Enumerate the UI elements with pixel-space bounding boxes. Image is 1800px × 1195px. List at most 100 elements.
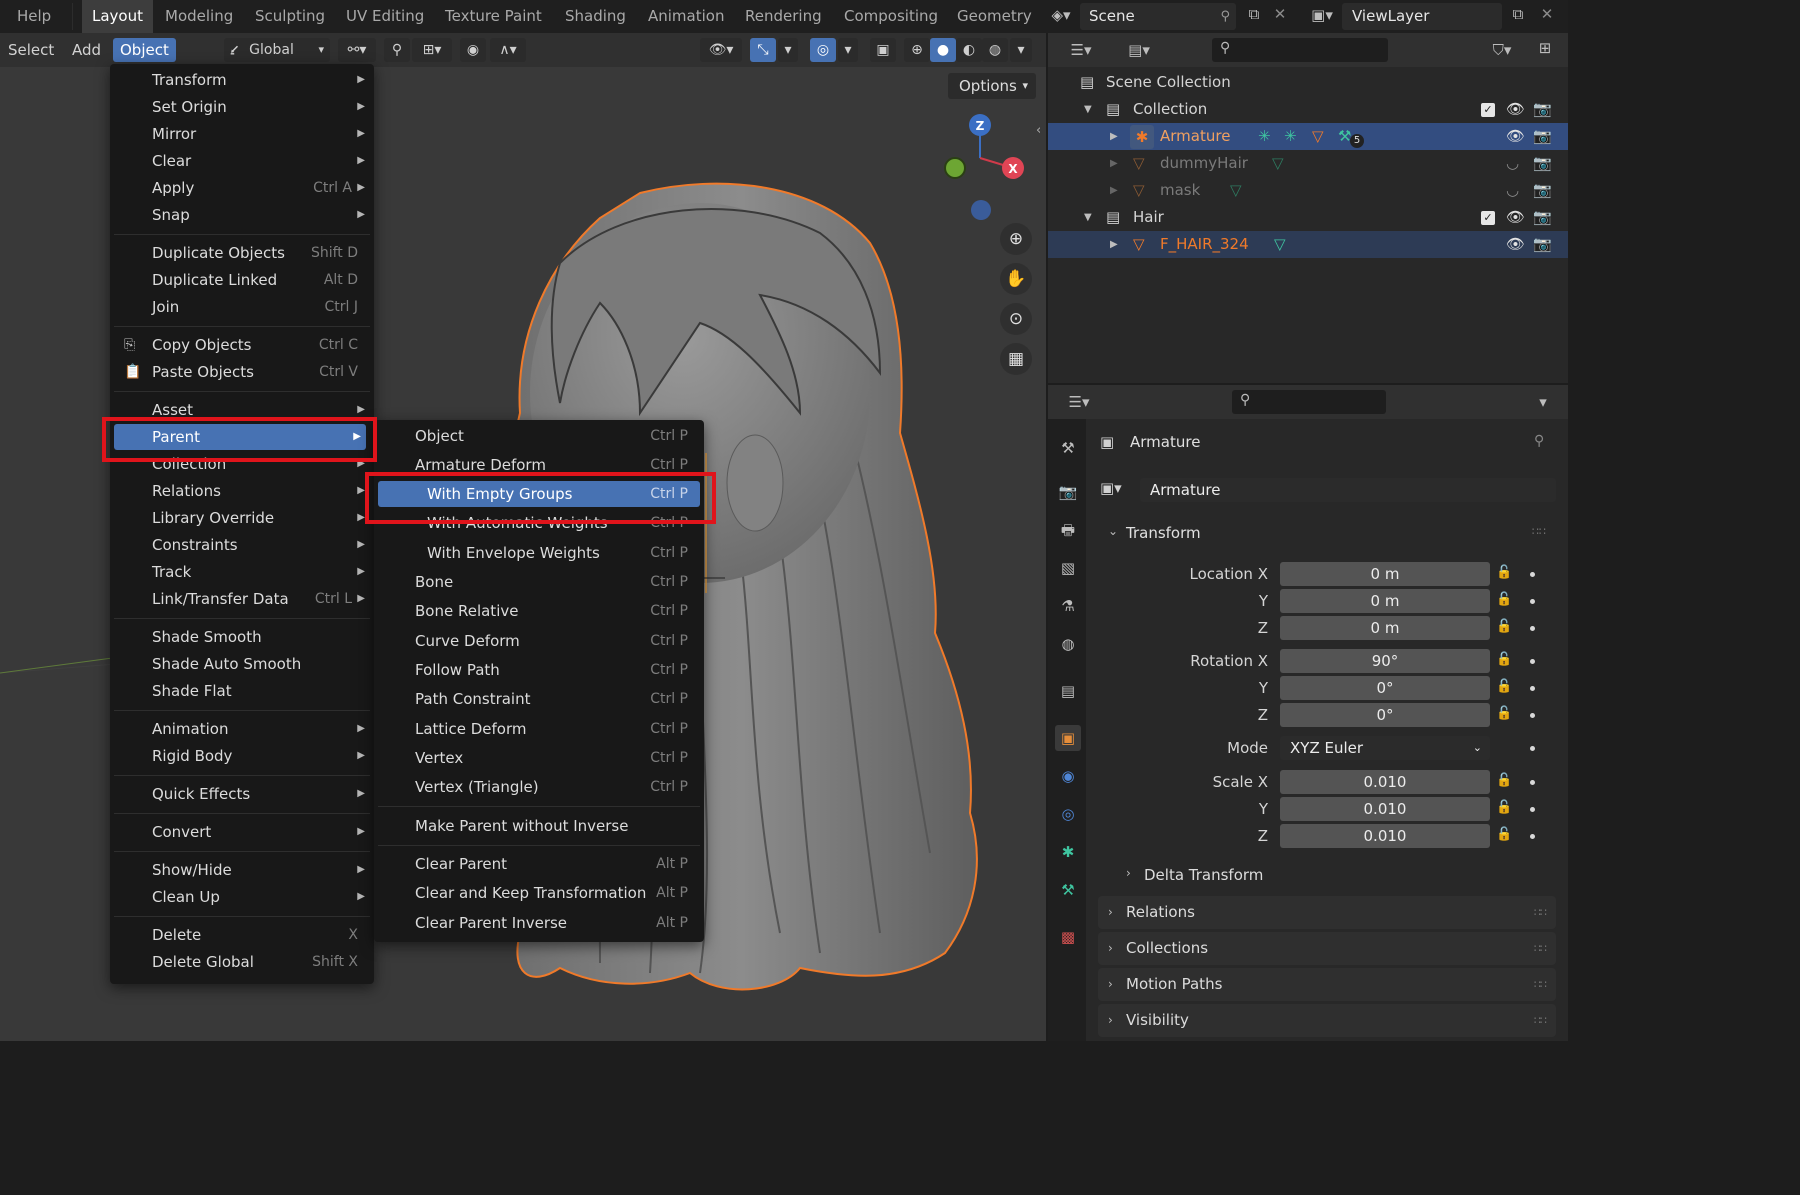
menu-item-animation[interactable]: Animation ▶ xyxy=(114,716,370,742)
drag-grip-icon[interactable]: ∷∷ xyxy=(1534,896,1547,929)
mesh-data-icon[interactable]: ▽ xyxy=(1272,150,1284,177)
gizmo-neg-z-axis[interactable] xyxy=(971,200,991,220)
menu-item-clear-parent-inverse[interactable]: Clear Parent Inverse Alt P xyxy=(378,910,700,936)
workspace-tab-layout[interactable]: Layout xyxy=(82,0,153,33)
tool-tab-icon[interactable]: ⚒ xyxy=(1055,435,1081,461)
menu-item-clear-and-keep-transformation[interactable]: Clear and Keep Transformation Alt P xyxy=(378,880,700,906)
expand-triangle-icon[interactable]: ▶ xyxy=(1110,123,1118,150)
workspace-tab-geometry[interactable]: Geometry xyxy=(957,0,1032,33)
object-data-armature-icon[interactable]: ✱ xyxy=(1055,839,1081,865)
pose-icon[interactable]: ✳ xyxy=(1284,123,1297,150)
object-tab-icon[interactable]: ▣ xyxy=(1055,725,1081,751)
delta-transform-subpanel[interactable]: › Delta Transform xyxy=(1118,861,1538,891)
menu-item-delete[interactable]: Delete X xyxy=(114,922,370,948)
menu-item-duplicate-objects[interactable]: Duplicate Objects Shift D xyxy=(114,240,370,266)
menu-item-with-envelope-weights[interactable]: With Envelope Weights Ctrl P xyxy=(378,540,700,566)
menu-item-follow-path[interactable]: Follow Path Ctrl P xyxy=(378,657,700,683)
keyframe-dot-icon[interactable] xyxy=(1530,626,1535,631)
world-tab-icon[interactable]: ◍ xyxy=(1055,631,1081,657)
lock-icon[interactable]: 🔓 xyxy=(1496,565,1512,580)
menu-item-transform[interactable]: Transform ▶ xyxy=(114,67,370,93)
expand-triangle-icon[interactable]: ▼ xyxy=(1084,96,1092,123)
lock-icon[interactable]: 🔓 xyxy=(1496,592,1512,607)
drag-grip-icon[interactable]: ∷∷ xyxy=(1532,525,1546,538)
keyframe-dot-icon[interactable] xyxy=(1530,686,1535,691)
location-z-field[interactable]: 0 m xyxy=(1280,616,1490,640)
workspace-tab-compositing[interactable]: Compositing xyxy=(844,0,938,33)
outliner-row-hair[interactable]: ▼ ▤ Hair ✓ 👁 📷 xyxy=(1048,204,1568,231)
outliner-row-armature[interactable]: ▶ ✱ Armature ✳ ✳ ▽ ⚒ 5 👁 📷 xyxy=(1048,123,1568,150)
bone-tab-icon[interactable]: ⚒ xyxy=(1055,877,1081,903)
camera-icon[interactable]: 📷 xyxy=(1533,204,1552,231)
new-collection-icon[interactable]: ⊞ xyxy=(1532,39,1558,57)
menu-item-bone-relative[interactable]: Bone Relative Ctrl P xyxy=(378,598,700,624)
select-menu[interactable]: Select xyxy=(8,38,54,62)
menu-item-show-hide[interactable]: Show/Hide ▶ xyxy=(114,857,370,883)
drag-grip-icon[interactable]: ∷∷ xyxy=(1534,932,1547,965)
drag-grip-icon[interactable]: ∷∷ xyxy=(1534,1004,1547,1037)
texture-tab-icon[interactable]: ▩ xyxy=(1055,924,1081,950)
rotation-mode-dropdown[interactable]: XYZ Euler ⌄ xyxy=(1280,736,1490,760)
menu-item-snap[interactable]: Snap ▶ xyxy=(114,202,370,228)
menu-item-collection[interactable]: Collection ▶ xyxy=(114,451,370,477)
snap-increment-icon[interactable]: ⊞▾ xyxy=(412,38,452,62)
workspace-tab-modeling[interactable]: Modeling xyxy=(165,0,233,33)
outliner-search-input[interactable]: ⚲ xyxy=(1212,38,1388,62)
menu-item-track[interactable]: Track ▶ xyxy=(114,559,370,585)
eye-closed-icon[interactable]: ◡ xyxy=(1506,177,1519,204)
display-mode-icon[interactable]: ▤▾ xyxy=(1120,41,1158,59)
menu-item-quick-effects[interactable]: Quick Effects ▶ xyxy=(114,781,370,807)
rotation-x-field[interactable]: 90° xyxy=(1280,649,1490,673)
menu-item-make-parent-without-inverse[interactable]: Make Parent without Inverse xyxy=(378,813,700,839)
motion-paths-panel[interactable]: › Motion Paths ∷∷ xyxy=(1098,968,1556,1001)
solid-shading-icon[interactable]: ● xyxy=(930,38,956,62)
menu-item-path-constraint[interactable]: Path Constraint Ctrl P xyxy=(378,686,700,712)
outliner-row-dummyhair[interactable]: ▶ ▽ dummyHair ▽ ◡ 📷 xyxy=(1048,150,1568,177)
menu-item-constraints[interactable]: Constraints ▶ xyxy=(114,532,370,558)
menu-item-with-automatic-weights[interactable]: With Automatic Weights Ctrl P xyxy=(378,510,700,536)
mesh-icon[interactable]: ▽ xyxy=(1312,123,1324,150)
zoom-icon[interactable]: ⊕ xyxy=(1000,223,1032,255)
editor-type-icon[interactable]: ☰▾ xyxy=(1062,41,1100,59)
menu-item-delete-global[interactable]: Delete Global Shift X xyxy=(114,949,370,975)
location-x-field[interactable]: 0 m xyxy=(1280,562,1490,586)
keyframe-dot-icon[interactable] xyxy=(1530,572,1535,577)
menu-item-bone[interactable]: Bone Ctrl P xyxy=(378,569,700,595)
menu-item-parent-object[interactable]: Object Ctrl P xyxy=(378,423,700,449)
menu-item-parent[interactable]: Parent ▶ xyxy=(114,424,366,450)
camera-view-icon[interactable]: ⊙ xyxy=(1000,303,1032,335)
sidebar-toggle-icon[interactable]: ‹ xyxy=(1036,123,1041,138)
workspace-tab-rendering[interactable]: Rendering xyxy=(745,0,822,33)
scale-z-field[interactable]: 0.010 xyxy=(1280,824,1490,848)
menu-item-curve-deform[interactable]: Curve Deform Ctrl P xyxy=(378,628,700,654)
outliner-row-collection[interactable]: ▼ ▤ Collection ✓ 👁 📷 xyxy=(1048,96,1568,123)
pivot-point-icon[interactable]: ⚯▾ xyxy=(338,38,376,62)
lock-icon[interactable]: 🔓 xyxy=(1496,619,1512,634)
transform-orientation-dropdown[interactable]: ⭹ Global ▾ xyxy=(224,38,330,62)
expand-triangle-icon[interactable]: ▶ xyxy=(1110,177,1118,204)
lock-icon[interactable]: 🔓 xyxy=(1496,800,1512,815)
material-shading-icon[interactable]: ◐ xyxy=(956,38,982,62)
keyframe-dot-icon[interactable] xyxy=(1530,780,1535,785)
editor-type-icon[interactable]: ☰▾ xyxy=(1060,393,1098,411)
chevron-down-icon[interactable]: ▾ xyxy=(1532,393,1554,411)
relations-panel[interactable]: › Relations ∷∷ xyxy=(1098,896,1556,929)
workspace-tab-shading[interactable]: Shading xyxy=(565,0,626,33)
eye-closed-icon[interactable]: ◡ xyxy=(1506,150,1519,177)
scene-selector-icon[interactable]: ◈▾ xyxy=(1044,6,1078,24)
scale-x-field[interactable]: 0.010 xyxy=(1280,770,1490,794)
overlays-toggle-icon[interactable]: ◎ xyxy=(810,38,836,62)
options-dropdown[interactable]: Options ▾ xyxy=(948,73,1036,99)
scene-field[interactable]: Scene ⚲ xyxy=(1080,3,1236,30)
outliner-row-mask[interactable]: ▶ ▽ mask ▽ ◡ 📷 xyxy=(1048,177,1568,204)
properties-search-input[interactable]: ⚲ xyxy=(1232,390,1386,414)
keyframe-dot-icon[interactable] xyxy=(1530,659,1535,664)
menu-item-shade-smooth[interactable]: Shade Smooth xyxy=(114,624,370,650)
help-menu[interactable]: Help xyxy=(17,0,51,33)
workspace-tab-uv-editing[interactable]: UV Editing xyxy=(346,0,424,33)
lock-icon[interactable]: 🔓 xyxy=(1496,827,1512,842)
visibility-icon[interactable]: 👁▾ xyxy=(700,38,742,62)
physics-tab-icon[interactable]: ◎ xyxy=(1055,801,1081,827)
wireframe-shading-icon[interactable]: ⊕ xyxy=(904,38,930,62)
lock-icon[interactable]: 🔓 xyxy=(1496,679,1512,694)
